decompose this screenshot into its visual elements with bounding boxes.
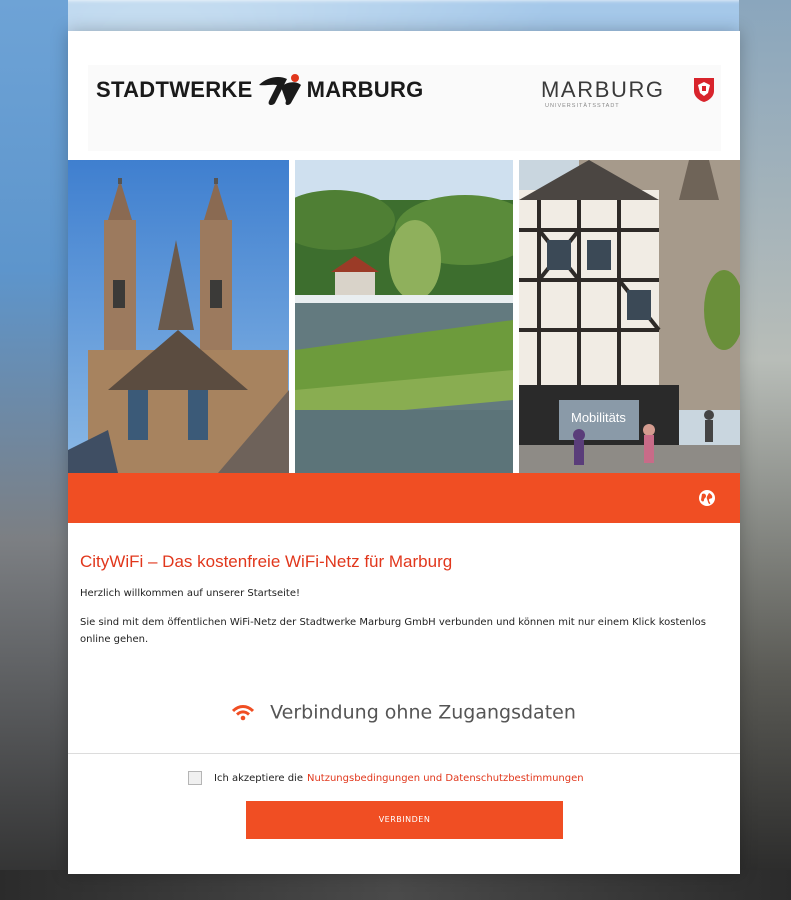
background-left-strip [0,0,68,900]
stadtwerke-swoosh-icon [258,74,301,106]
photo-old-town: Mobilitäts [519,160,740,473]
photo-river [295,160,513,473]
marburg-logo-subtitle: UNIVERSITÄTSSTADT [545,103,620,109]
background-bottom-strip [0,870,791,900]
stadtwerke-logo: STADTWERKE MARBURG [96,73,424,107]
terms-prefix: Ich akzeptiere die [214,772,303,784]
photo-church [68,160,289,473]
connection-label: Verbindung ohne Zugangsdaten [270,701,576,724]
globe-icon[interactable] [698,489,716,507]
terms-link[interactable]: Nutzungsbedingungen und Datenschutzbesti… [307,773,584,784]
photo-strip: Mobilitäts [68,160,740,473]
terms-row: Ich akzeptiere die Nutzungsbedingungen u… [188,771,584,785]
divider [68,753,740,754]
connect-button[interactable]: VERBINDEN [246,801,563,839]
terms-checkbox[interactable] [188,771,202,785]
marburg-city-logo: MARBURG UNIVERSITÄTSSTADT [523,73,721,113]
stadtwerke-logo-text-left: STADTWERKE [96,77,253,102]
portal-card: STADTWERKE MARBURG MARBURG UNIVERSITÄTSS… [68,31,740,874]
wifi-icon [232,704,255,720]
marburg-crest-icon [694,78,714,102]
stadtwerke-logo-text-right: MARBURG [306,77,424,102]
description-text: Sie sind mit dem öffentlichen WiFi-Netz … [80,617,706,645]
logo-header: STADTWERKE MARBURG MARBURG UNIVERSITÄTSS… [88,65,721,151]
accent-band [68,473,740,523]
background-right-strip [739,0,791,900]
welcome-text: Herzlich willkommen auf unserer Startsei… [80,588,301,599]
svg-text:Mobilitäts: Mobilitäts [571,410,626,425]
page-title: CityWiFi – Das kostenfreie WiFi-Netz für… [80,552,453,571]
marburg-logo-text: MARBURG [541,77,665,102]
connection-option[interactable]: Verbindung ohne Zugangsdaten [68,701,740,724]
